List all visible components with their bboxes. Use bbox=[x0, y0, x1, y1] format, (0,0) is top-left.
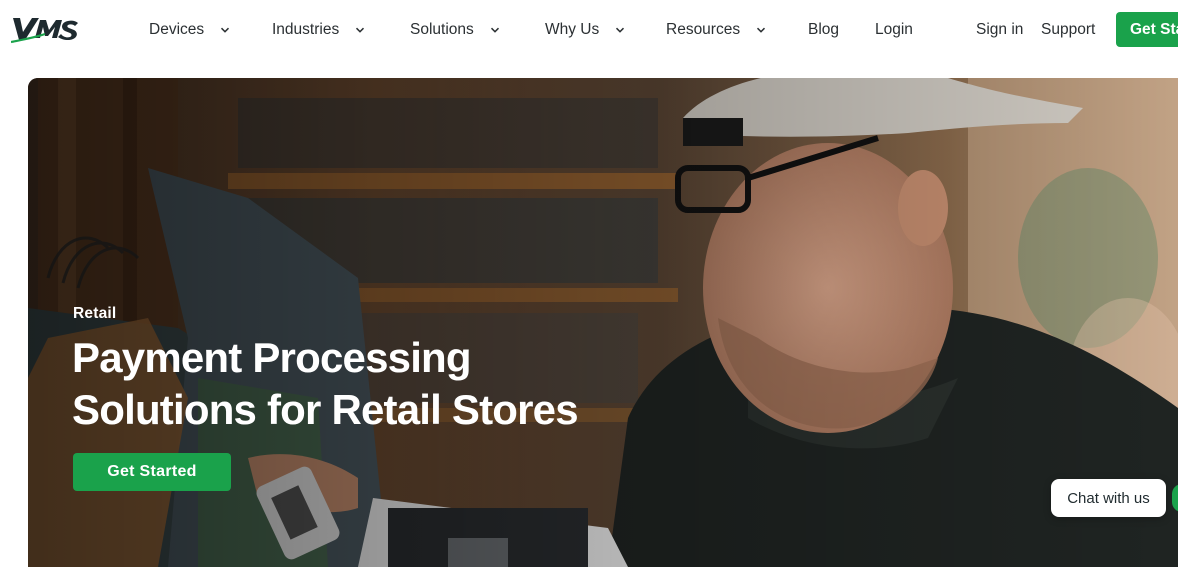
chevron-down-icon bbox=[490, 25, 500, 35]
hero-title-line-2: Solutions for Retail Stores bbox=[72, 386, 579, 433]
chat-launcher-icon[interactable] bbox=[1172, 484, 1178, 512]
chevron-down-icon bbox=[756, 25, 766, 35]
vms-logo[interactable] bbox=[11, 12, 85, 44]
chevron-down-icon bbox=[355, 25, 365, 35]
chevron-down-icon bbox=[220, 25, 230, 35]
get-started-header-button[interactable]: Get Started bbox=[1116, 12, 1178, 47]
nav-item-resources[interactable]: Resources bbox=[666, 19, 766, 41]
nav-item-label: Solutions bbox=[410, 21, 474, 38]
nav-item-label: Devices bbox=[149, 21, 205, 38]
hero-eyebrow: Retail bbox=[73, 305, 117, 322]
hero-title: Payment Processing Solutions for Retail … bbox=[72, 332, 632, 436]
nav-item-why-us[interactable]: Why Us bbox=[545, 19, 625, 41]
get-started-hero-button[interactable]: Get Started bbox=[73, 453, 231, 491]
chat-with-us-button[interactable]: Chat with us bbox=[1051, 479, 1166, 517]
nav-item-blog[interactable]: Blog bbox=[808, 19, 839, 41]
nav-item-label: Resources bbox=[666, 21, 741, 38]
site-header: Devices Industries Solutions Why Us Reso… bbox=[0, 0, 1178, 60]
nav-item-label: Login bbox=[875, 21, 913, 38]
nav-item-devices[interactable]: Devices bbox=[149, 19, 230, 41]
nav-item-label: Why Us bbox=[545, 21, 600, 38]
support-link[interactable]: Support bbox=[1041, 19, 1095, 41]
nav-item-industries[interactable]: Industries bbox=[272, 19, 365, 41]
nav-item-label: Industries bbox=[272, 21, 340, 38]
nav-item-label: Blog bbox=[808, 21, 840, 38]
nav-item-login[interactable]: Login bbox=[875, 19, 913, 41]
hero-title-line-1: Payment Processing bbox=[72, 334, 472, 381]
sign-in-link[interactable]: Sign in bbox=[976, 19, 1023, 41]
hero-banner: Retail Payment Processing Solutions for … bbox=[28, 78, 1178, 567]
nav-item-solutions[interactable]: Solutions bbox=[410, 19, 500, 41]
chevron-down-icon bbox=[615, 25, 625, 35]
hero-photo bbox=[28, 78, 1178, 567]
